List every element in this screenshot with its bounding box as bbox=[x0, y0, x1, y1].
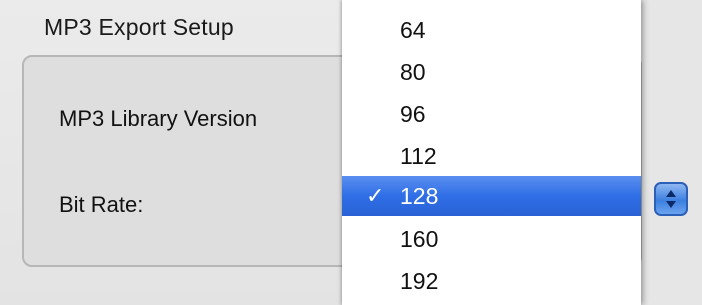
up-down-arrows-icon bbox=[666, 190, 676, 208]
option-label: 64 bbox=[400, 17, 426, 43]
bit-rate-label: Bit Rate: bbox=[59, 192, 144, 217]
bit-rate-option-128[interactable]: ✓ 128 bbox=[342, 176, 641, 216]
bit-rate-option-96[interactable]: 96 bbox=[342, 94, 641, 134]
bit-rate-option-192[interactable]: 192 bbox=[342, 261, 641, 301]
window-background bbox=[641, 0, 702, 305]
mp3-export-dialog: MP3 Export Setup MP3 Library Version Bit… bbox=[0, 0, 702, 305]
option-label: 112 bbox=[400, 143, 437, 169]
group-title: MP3 Export Setup bbox=[44, 14, 234, 40]
bit-rate-option-64[interactable]: 64 bbox=[342, 10, 641, 50]
bit-rate-popup-arrows[interactable] bbox=[654, 182, 688, 216]
bit-rate-option-160[interactable]: 160 bbox=[342, 219, 641, 259]
option-label: 192 bbox=[400, 268, 439, 294]
option-label: 128 bbox=[400, 183, 439, 209]
bit-rate-option-80[interactable]: 80 bbox=[342, 52, 641, 92]
option-label: 80 bbox=[400, 59, 426, 85]
mp3-library-version-label: MP3 Library Version bbox=[59, 106, 258, 131]
bit-rate-dropdown-menu[interactable]: 64 80 96 112 ✓ 128 160 192 bbox=[342, 0, 641, 305]
option-label: 160 bbox=[400, 226, 439, 252]
checkmark-icon: ✓ bbox=[366, 183, 385, 208]
option-label: 96 bbox=[400, 101, 426, 127]
bit-rate-option-112[interactable]: 112 bbox=[342, 136, 641, 176]
